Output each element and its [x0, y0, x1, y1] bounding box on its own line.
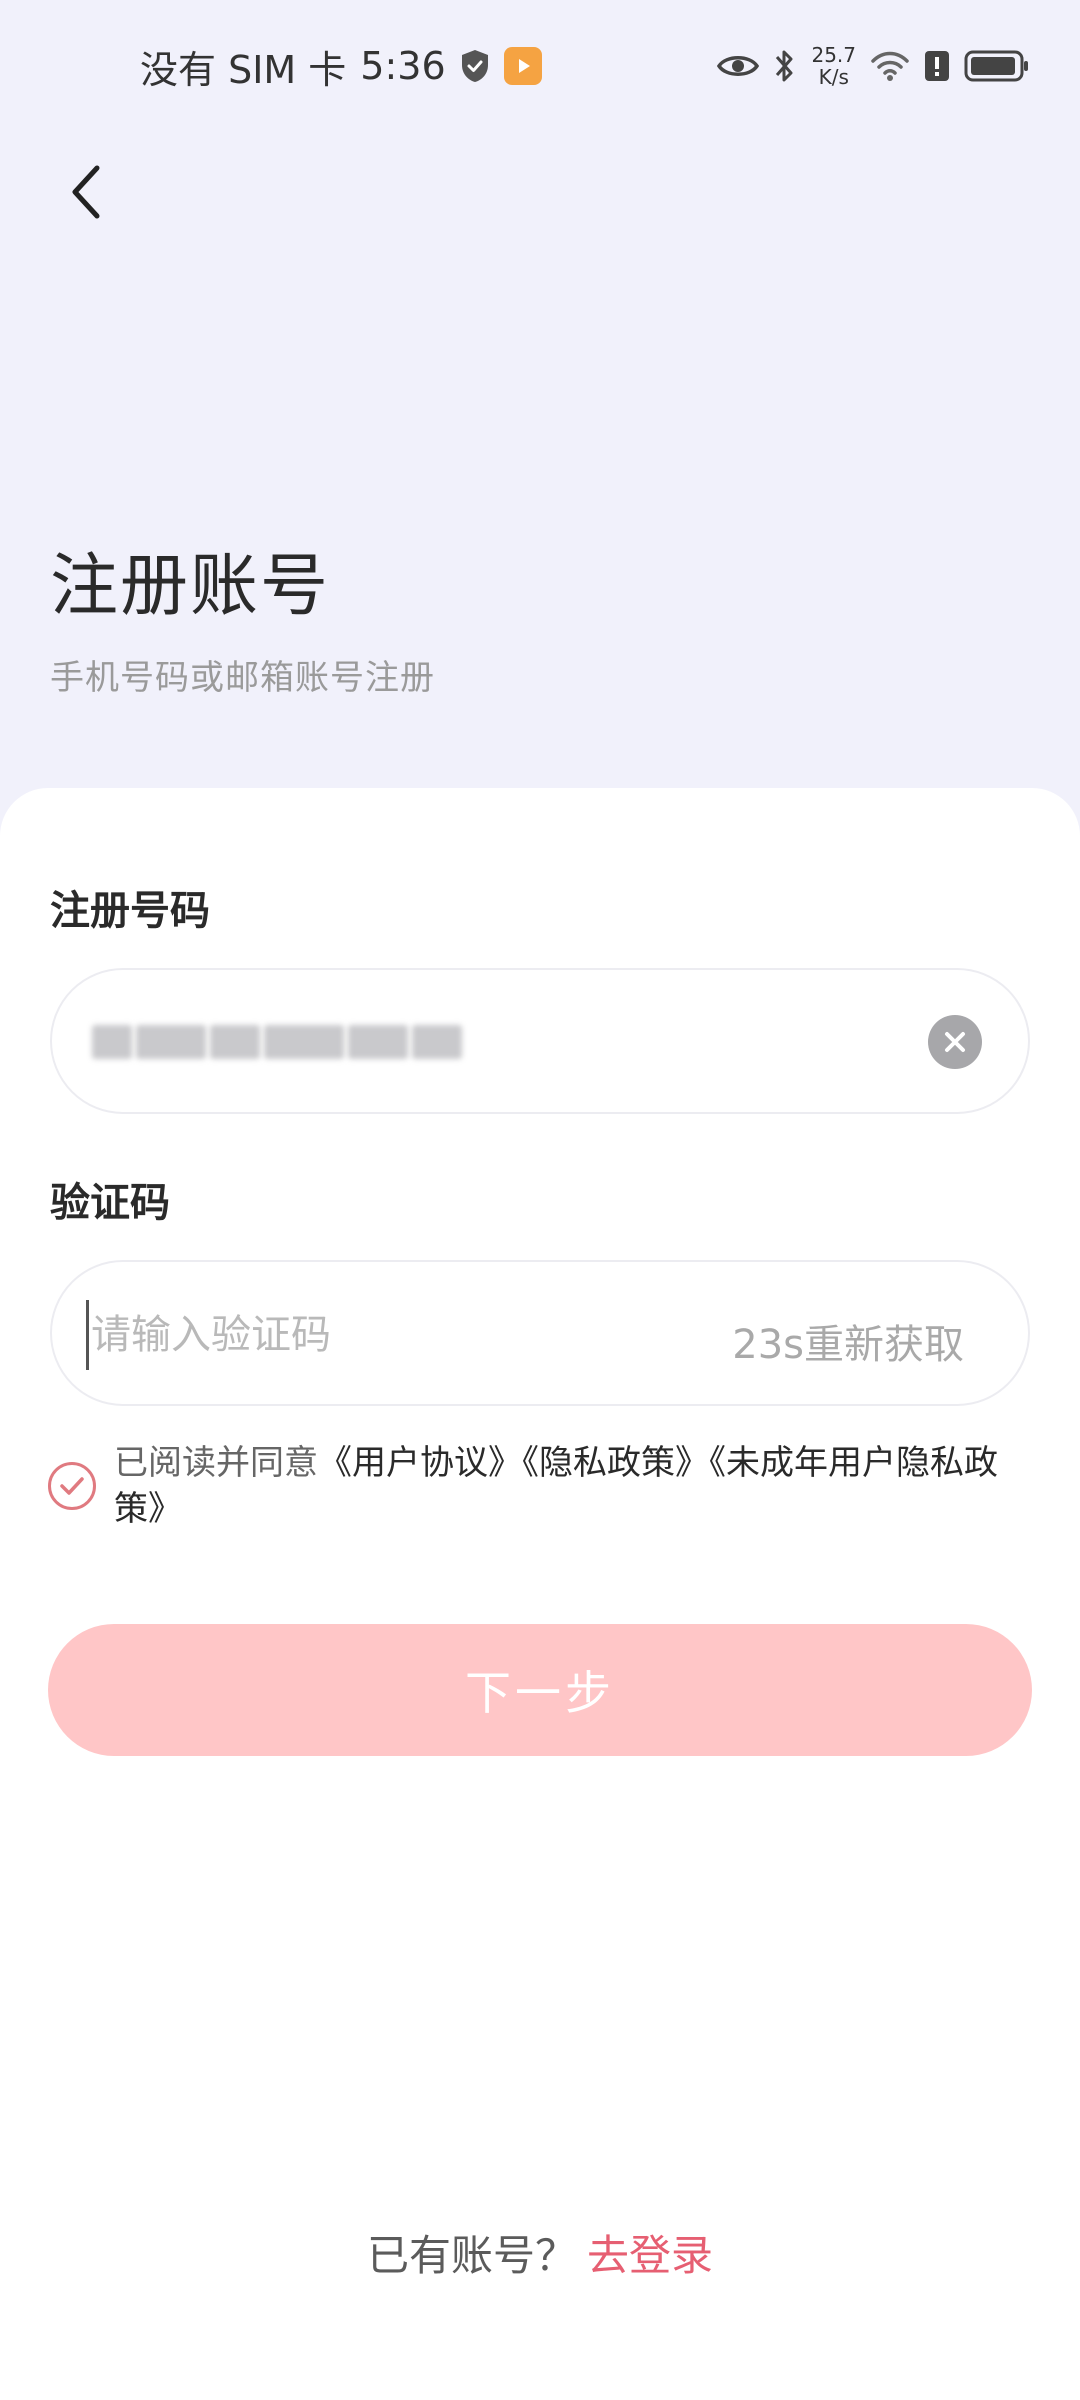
agreement-prefix: 已阅读并同意	[114, 1443, 318, 1483]
phone-field[interactable]	[50, 968, 1030, 1114]
register-screen: 没有 SIM 卡 5:36 25.7 K/s 注册账号 手机号码或邮箱账号注册 …	[0, 0, 1080, 2400]
login-link[interactable]: 去登录	[587, 2231, 713, 2280]
eye-icon	[717, 56, 760, 76]
bluetooth-icon	[776, 50, 793, 82]
battery-icon	[964, 50, 1028, 82]
code-field[interactable]: 23s重新获取	[50, 1260, 1030, 1406]
net-speed: 25.7 K/s	[811, 44, 856, 88]
alert-icon	[925, 51, 949, 81]
code-input[interactable]	[86, 1300, 686, 1370]
chevron-left-icon	[72, 165, 100, 219]
check-icon	[60, 1477, 84, 1495]
status-right: 25.7 K/s	[717, 40, 1030, 92]
wifi-icon	[871, 51, 909, 81]
login-prompt: 已有账号？	[366, 2231, 577, 2280]
back-button[interactable]	[56, 152, 116, 232]
agreement-text: 已阅读并同意《用户协议》《隐私政策》《未成年用户隐私政策》	[114, 1440, 1034, 1532]
status-bar: 没有 SIM 卡 5:36 25.7 K/s	[0, 0, 1080, 132]
login-row: 已有账号？ 去登录	[0, 2222, 1080, 2283]
agreement-checkbox[interactable]	[48, 1462, 96, 1510]
phone-value-masked	[92, 1016, 472, 1068]
phone-label: 注册号码	[50, 888, 210, 934]
app-badge-icon	[503, 47, 542, 85]
next-button[interactable]: 下一步	[48, 1624, 1032, 1756]
user-agreement-link[interactable]: 《用户协议》	[318, 1443, 522, 1483]
clock: 5:36	[360, 44, 446, 88]
net-speed-value: 25.7	[811, 43, 856, 67]
status-left: 没有 SIM 卡 5:36	[140, 40, 542, 92]
clear-icon	[945, 1032, 965, 1052]
shield-icon	[461, 50, 488, 82]
privacy-policy-link[interactable]: 《隐私政策》	[522, 1443, 709, 1483]
page-title: 注册账号	[50, 547, 331, 626]
page-subtitle: 手机号码或邮箱账号注册	[50, 658, 435, 698]
next-button-label: 下一步	[465, 1667, 615, 1719]
clear-button[interactable]	[928, 1015, 982, 1069]
resend-countdown: 23s重新获取	[732, 1322, 964, 1368]
code-label: 验证码	[50, 1180, 170, 1226]
net-speed-unit: K/s	[818, 65, 849, 89]
carrier-label: 没有 SIM 卡	[140, 47, 347, 92]
